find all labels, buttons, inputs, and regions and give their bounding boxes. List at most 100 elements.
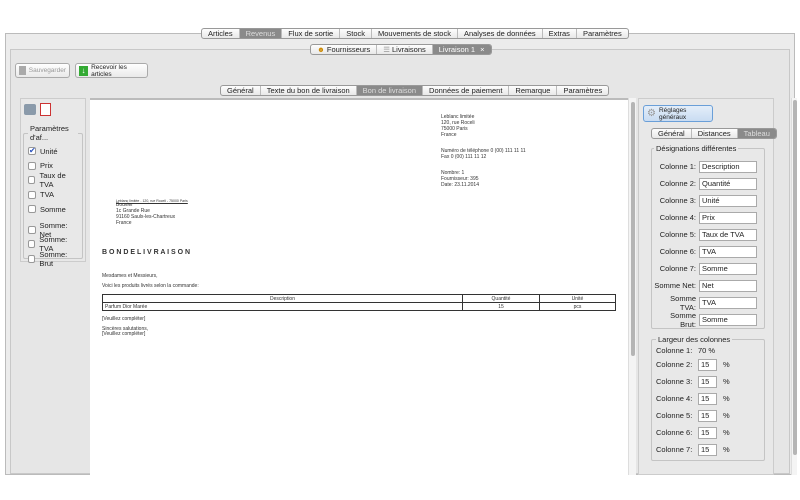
save-icon <box>19 66 26 75</box>
checkbox-label: Taux de TVA <box>39 171 66 190</box>
checkbox-2[interactable]: Taux de TVA <box>28 171 78 190</box>
checkbox-4[interactable]: Somme <box>28 202 78 217</box>
designation-row: Somme Net: Net <box>654 277 762 294</box>
percent-label: % <box>723 360 730 369</box>
tab-livraisons[interactable]: ☰ Livraisons <box>377 45 433 54</box>
header-unite: Unité <box>539 294 616 303</box>
width-input[interactable]: 15 <box>698 375 717 388</box>
tab-bon-de-livraison[interactable]: Bon de livraison <box>356 86 424 95</box>
designation-row: Colonne 1: Description <box>654 158 762 175</box>
download-icon: ↓ <box>79 65 89 76</box>
percent-label: % <box>723 445 730 454</box>
designation-row: Somme Brut: Somme <box>654 311 762 329</box>
document-title: B O N D E L I V R A I S O N <box>102 249 191 256</box>
pdf-icon[interactable] <box>40 103 51 116</box>
checkbox-box[interactable] <box>28 176 36 185</box>
designation-input[interactable]: Quantité <box>699 177 757 190</box>
document-scrollbar[interactable] <box>628 98 636 475</box>
width-row: Colonne 7: 15% <box>656 441 760 458</box>
list-icon: ☰ <box>383 45 390 54</box>
checkbox-box[interactable] <box>28 190 36 199</box>
designation-label: Colonne 1: <box>659 162 696 171</box>
tab-flux[interactable]: Flux de sortie <box>282 29 341 38</box>
tab-livraison-1[interactable]: Livraison 1 × <box>432 45 491 54</box>
checkbox-box[interactable] <box>28 225 36 234</box>
intro-text: Voici les produits livrés selon la comma… <box>102 283 199 289</box>
save-button[interactable]: Sauvegarder <box>15 63 70 78</box>
receive-articles-button[interactable]: ↓ Recevoir les articles <box>75 63 148 78</box>
tab-parametres[interactable]: Paramètres <box>577 29 628 38</box>
text-line: Date: 23.11.2014 <box>441 182 479 188</box>
designation-label: Somme Net: <box>654 281 696 290</box>
tab-general[interactable]: Général <box>221 86 261 95</box>
width-row: Colonne 3: 15% <box>656 373 760 390</box>
cell-quantite: 15 <box>462 302 540 311</box>
percent-label: % <box>723 394 730 403</box>
tab-extras[interactable]: Extras <box>543 29 577 38</box>
tab-paiement[interactable]: Données de paiement <box>423 86 510 95</box>
checkmark-icon[interactable]: ✔ <box>28 147 36 156</box>
tab-settings-tableau[interactable]: Tableau <box>737 129 776 138</box>
width-input[interactable]: 15 <box>698 409 717 422</box>
width-input[interactable]: 15 <box>698 443 717 456</box>
tab-settings-distances[interactable]: Distances <box>692 129 738 138</box>
document-tabs: Général Texte du bon de livraison Bon de… <box>220 85 610 96</box>
designation-input[interactable]: Unité <box>699 194 757 207</box>
designation-input[interactable]: Prix <box>699 211 757 224</box>
designation-input[interactable]: TVA <box>699 245 757 258</box>
width-input[interactable]: 15 <box>698 426 717 439</box>
width-label: Colonne 7: <box>656 445 693 454</box>
checkbox-box[interactable] <box>28 161 36 170</box>
percent-label: % <box>723 377 730 386</box>
items-table: Description Quantité Unité Parfum Dior M… <box>102 294 616 311</box>
designation-row: Colonne 2: Quantité <box>654 175 762 192</box>
window-scrollbar[interactable] <box>791 98 797 475</box>
tab-doc-parametres[interactable]: Paramètres <box>557 86 608 95</box>
checkbox-0[interactable]: ✔ Unité <box>28 144 78 159</box>
designation-row: Colonne 3: Unité <box>654 192 762 209</box>
tab-fournisseurs[interactable]: ☻ Fournisseurs <box>311 45 378 54</box>
designation-input[interactable]: Somme <box>699 262 757 275</box>
tab-settings-general[interactable]: Général <box>652 129 692 138</box>
right-panel: ⚙ Réglages généraux Général Distances Ta… <box>638 98 777 475</box>
width-label: Colonne 2: <box>656 360 693 369</box>
checkbox-box[interactable] <box>28 254 36 263</box>
tab-texte[interactable]: Texte du bon de livraison <box>261 86 357 95</box>
general-settings-button[interactable]: ⚙ Réglages généraux <box>643 105 713 122</box>
width-input[interactable]: 15 <box>698 358 717 371</box>
checkbox-label: TVA <box>40 190 55 200</box>
close-tab-icon[interactable]: × <box>477 45 484 54</box>
designation-input[interactable]: TVA <box>699 296 757 309</box>
print-icon[interactable] <box>24 104 36 115</box>
column-widths-group: Largeur des colonnes Colonne 1: 70 % Colo… <box>651 335 765 461</box>
signature-placeholder: [Veuillez compléter] <box>102 331 146 337</box>
tab-articles[interactable]: Articles <box>202 29 240 38</box>
designation-input[interactable]: Taux de TVA <box>699 228 757 241</box>
tab-mouvements[interactable]: Mouvements de stock <box>372 29 458 38</box>
designations-legend: Désignations différentes <box>656 144 737 153</box>
sender-contact: Numéro de téléphone 0 (00) 111 11 11 Fax … <box>441 148 526 160</box>
display-settings-legend: Paramètres d'af... <box>30 124 69 142</box>
checkbox-box[interactable] <box>28 205 36 214</box>
width-label: Colonne 4: <box>656 394 693 403</box>
checkbox-label: Somme: Brut <box>39 249 68 268</box>
cell-description: Parfum Dior Marée <box>102 302 463 311</box>
tab-remarque[interactable]: Remarque <box>509 86 558 95</box>
table-row: Parfum Dior Marée 15 pcs <box>102 302 616 311</box>
checkbox-3[interactable]: TVA <box>28 188 78 203</box>
checkbox-label: Prix <box>40 161 53 171</box>
designations-group: Désignations différentes Colonne 1: Descr… <box>651 144 765 329</box>
designation-row: Colonne 5: Taux de TVA <box>654 226 762 243</box>
text-line: France <box>116 220 132 226</box>
tab-analyses[interactable]: Analyses de données <box>458 29 543 38</box>
width-input[interactable]: 15 <box>698 392 717 405</box>
designation-input[interactable]: Description <box>699 160 757 173</box>
designation-input[interactable]: Somme <box>699 313 757 326</box>
tab-revenus[interactable]: Revenus <box>239 29 283 38</box>
checkbox-box[interactable] <box>28 240 36 249</box>
checkbox-7[interactable]: Somme: Brut <box>28 249 78 268</box>
designation-label: Colonne 3: <box>659 196 696 205</box>
tab-stock[interactable]: Stock <box>340 29 372 38</box>
sub-tabs: ☻ Fournisseurs ☰ Livraisons Livraison 1 × <box>310 44 492 55</box>
designation-input[interactable]: Net <box>699 279 757 292</box>
